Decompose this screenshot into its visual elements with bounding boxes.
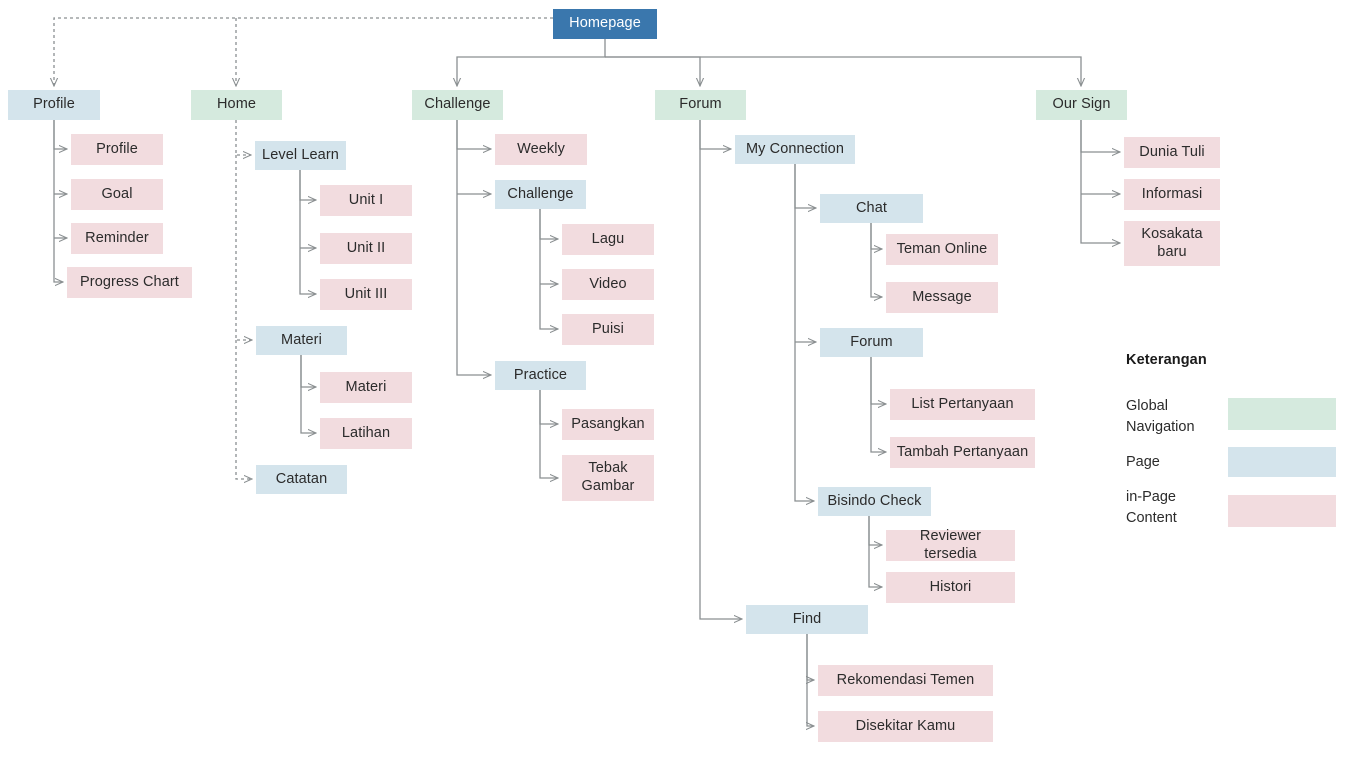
node-forum_page[interactable]: Forum <box>820 328 923 357</box>
sitemap-diagram: Homepage Profile Home Challenge Forum Our Sig… <box>0 0 1355 759</box>
legend-label-page: Page <box>1126 454 1160 470</box>
node-materi_page[interactable]: Materi <box>256 326 347 355</box>
node-challenge_page[interactable]: Challenge <box>495 180 586 209</box>
node-level_learn[interactable]: Level Learn <box>255 141 346 170</box>
node-root[interactable]: Homepage <box>553 9 657 39</box>
node-histori[interactable]: Histori <box>886 572 1015 603</box>
node-unit_3[interactable]: Unit III <box>320 279 412 310</box>
node-profile[interactable]: Profile <box>8 90 100 120</box>
node-forum[interactable]: Forum <box>655 90 746 120</box>
node-tebak_gambar[interactable]: Tebak Gambar <box>562 455 654 501</box>
node-tambah_pertanyaan[interactable]: Tambah Pertanyaan <box>890 437 1035 468</box>
node-message[interactable]: Message <box>886 282 998 313</box>
node-rekomendasi[interactable]: Rekomendasi Temen <box>818 665 993 696</box>
legend-swatch-global-navigation <box>1228 398 1336 430</box>
node-profile_progress[interactable]: Progress Chart <box>67 267 192 298</box>
legend-swatch-in-page-content <box>1228 495 1336 527</box>
node-practice[interactable]: Practice <box>495 361 586 390</box>
node-home[interactable]: Home <box>191 90 282 120</box>
node-kosakata_baru[interactable]: Kosakata baru <box>1124 221 1220 266</box>
node-profile_reminder[interactable]: Reminder <box>71 223 163 254</box>
node-pasangkan[interactable]: Pasangkan <box>562 409 654 440</box>
node-unit_2[interactable]: Unit II <box>320 233 412 264</box>
dashed-trunk <box>54 17 553 86</box>
node-puisi[interactable]: Puisi <box>562 314 654 345</box>
legend-label-global-navigation: Global Navigation <box>1126 398 1195 435</box>
node-weekly[interactable]: Weekly <box>495 134 587 165</box>
node-find[interactable]: Find <box>746 605 868 634</box>
node-unit_1[interactable]: Unit I <box>320 185 412 216</box>
node-materi_item[interactable]: Materi <box>320 372 412 403</box>
node-list_pertanyaan[interactable]: List Pertanyaan <box>890 389 1035 420</box>
node-informasi[interactable]: Informasi <box>1124 179 1220 210</box>
node-reviewer[interactable]: Reviewer tersedia <box>886 528 1015 562</box>
node-lagu[interactable]: Lagu <box>562 224 654 255</box>
node-bisindo_check[interactable]: Bisindo Check <box>818 487 931 516</box>
legend-label-in-page-content: in-Page Content <box>1126 489 1177 526</box>
node-catatan[interactable]: Catatan <box>256 465 347 494</box>
node-chat[interactable]: Chat <box>820 194 923 223</box>
node-disekitar[interactable]: Disekitar Kamu <box>818 711 993 742</box>
node-my_connection[interactable]: My Connection <box>735 135 855 164</box>
node-profile_goal[interactable]: Goal <box>71 179 163 210</box>
node-our_sign[interactable]: Our Sign <box>1036 90 1127 120</box>
node-latihan_item[interactable]: Latihan <box>320 418 412 449</box>
legend-swatch-page <box>1228 447 1336 477</box>
node-profile_profile[interactable]: Profile <box>71 134 163 165</box>
node-teman_online[interactable]: Teman Online <box>886 234 998 265</box>
node-dunia_tuli[interactable]: Dunia Tuli <box>1124 137 1220 168</box>
node-video[interactable]: Video <box>562 269 654 300</box>
node-challenge[interactable]: Challenge <box>412 90 503 120</box>
legend-title: Keterangan <box>1126 352 1207 368</box>
